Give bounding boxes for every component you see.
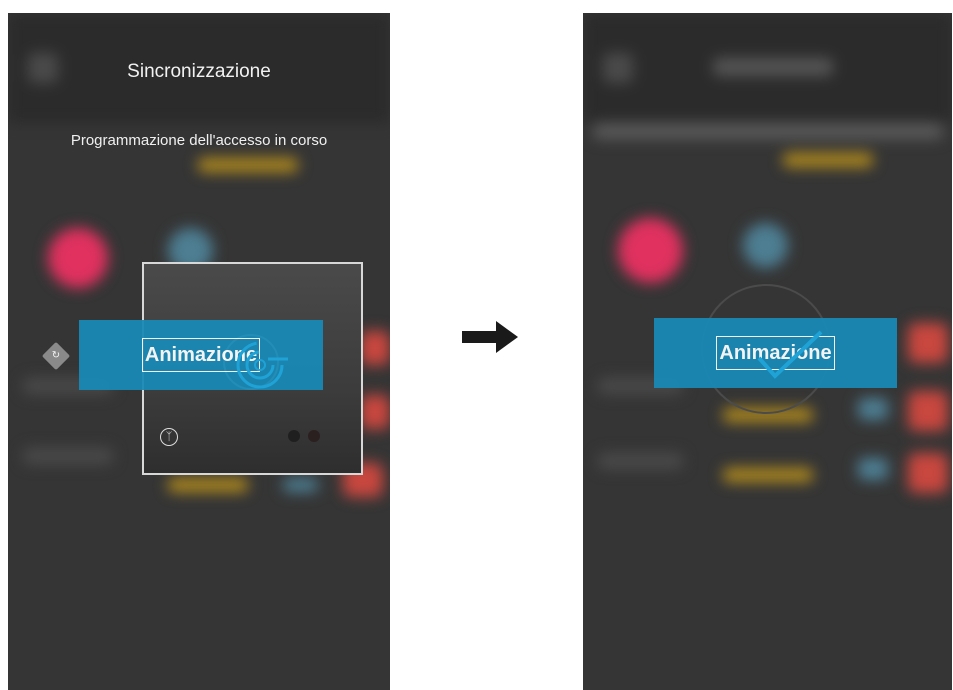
arrow-right-icon [462,321,518,353]
right-phone-screen: Animazione [583,13,952,690]
status-led [288,430,300,442]
refresh-icon[interactable]: ↻ [41,341,71,371]
bluetooth-icon: ᛉ [160,428,178,446]
status-subtitle: Programmazione dell'accesso in corso [70,132,328,149]
page-title: Sincronizzazione [127,61,271,82]
left-phone-screen: Sincronizzazione Programmazione dell'acc… [8,13,390,690]
sync-icon [236,341,288,389]
checkmark-icon [757,330,823,379]
status-led [308,430,320,442]
